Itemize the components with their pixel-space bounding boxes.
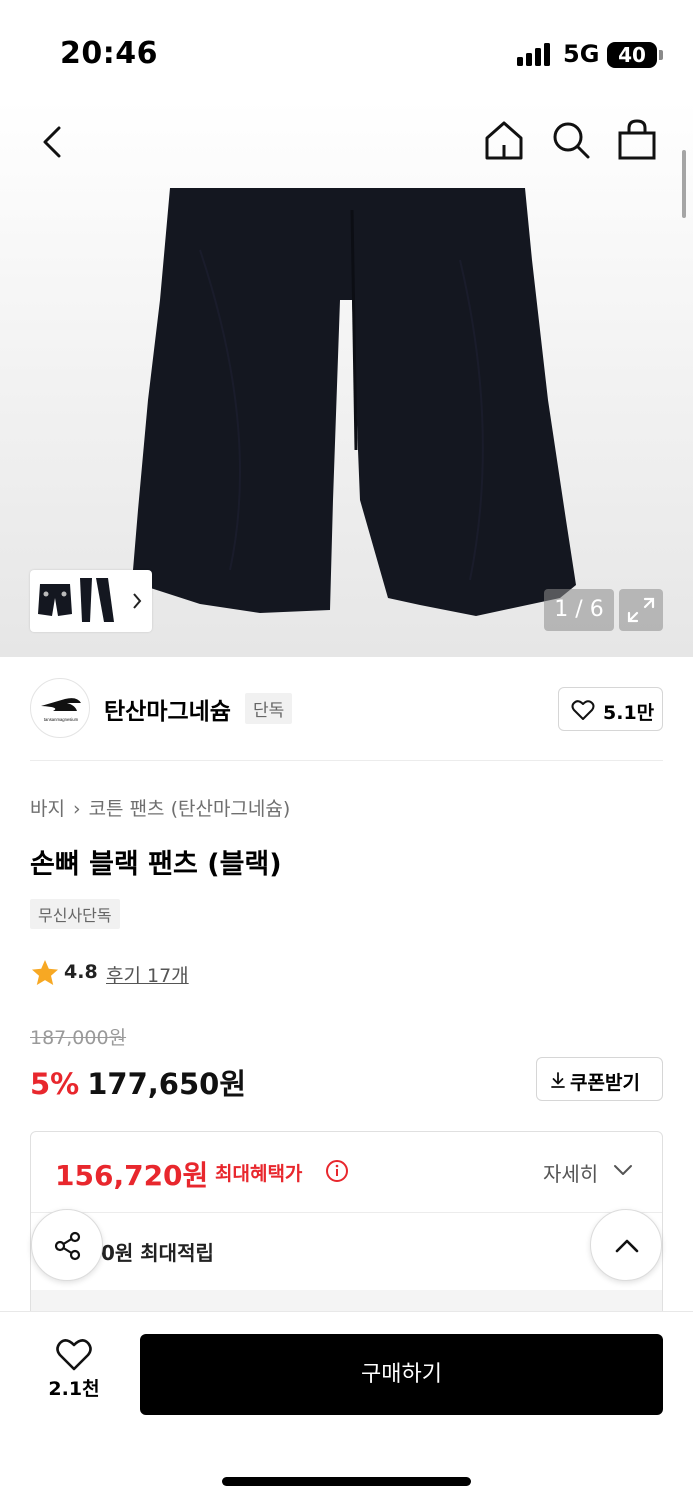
bag-icon	[618, 119, 656, 160]
rating-score: 4.8	[64, 961, 98, 983]
product-image-gallery[interactable]: 1 / 6	[0, 100, 693, 657]
brand-logo-text: tansanmagnesium	[44, 717, 79, 722]
image-thumbnail-strip[interactable]	[30, 570, 152, 632]
image-counter: 1 / 6	[544, 589, 614, 631]
exclusive-badge: 무신사단독	[30, 899, 120, 929]
divider	[30, 760, 663, 761]
breadcrumb-category[interactable]: 바지	[30, 798, 65, 820]
brand-like-button[interactable]: 5.1만	[558, 687, 663, 731]
search-button[interactable]	[549, 118, 593, 162]
divider	[31, 1212, 662, 1213]
expand-button[interactable]	[619, 589, 663, 631]
chevron-up-icon	[615, 1239, 639, 1253]
signal-icon	[517, 42, 553, 66]
share-button[interactable]	[31, 1209, 103, 1281]
share-icon	[54, 1231, 81, 1261]
bottom-action-bar: 2.1천 구매하기	[0, 1311, 693, 1500]
coupon-label: 쿠폰받기	[570, 1072, 640, 1094]
buy-button[interactable]: 구매하기	[140, 1334, 663, 1415]
brand-row[interactable]: tansanmagnesium 탄산마그네슘 단독 5.1만	[30, 678, 663, 740]
original-price: 187,000원	[30, 1027, 127, 1049]
coupon-button[interactable]: 쿠폰받기	[536, 1057, 663, 1101]
download-icon	[551, 1072, 565, 1088]
wishlist-button[interactable]: 2.1천	[34, 1338, 114, 1408]
home-indicator	[222, 1477, 471, 1486]
star-icon	[32, 960, 58, 985]
review-link[interactable]: 후기 17개	[106, 961, 189, 988]
price-row: 5% 177,650원	[30, 1061, 246, 1103]
brand-like-count: 5.1만	[603, 702, 655, 724]
breadcrumb: 바지 › 코튼 팬츠 (탄산마그네슘)	[30, 794, 290, 821]
cart-button[interactable]	[615, 118, 659, 162]
chevron-down-icon[interactable]	[613, 1163, 633, 1177]
benefit-detail-toggle[interactable]: 자세히	[543, 1158, 598, 1187]
heart-icon	[56, 1339, 92, 1371]
breadcrumb-chevron-icon: ›	[72, 798, 81, 820]
brand-exclusive-tag: 단독	[245, 693, 293, 724]
sale-price: 177,650원	[87, 1067, 247, 1101]
brand-logo: tansanmagnesium	[30, 678, 90, 738]
wishlist-count: 2.1천	[48, 1378, 100, 1400]
status-bar: 20:46 5G 40	[0, 0, 693, 100]
home-button[interactable]	[482, 118, 526, 162]
brand-name[interactable]: 탄산마그네슘	[104, 692, 231, 726]
max-benefit-price: 156,720원	[55, 1159, 209, 1192]
battery-icon: 40	[607, 42, 663, 68]
thumbnail-images	[36, 576, 142, 626]
discount-rate: 5%	[30, 1067, 80, 1101]
scrollbar[interactable]	[682, 150, 686, 218]
max-points: 0원 최대적립	[101, 1241, 214, 1265]
network-label: 5G	[563, 40, 600, 68]
back-icon	[43, 126, 61, 158]
heart-icon	[571, 700, 595, 720]
expand-icon	[627, 597, 655, 623]
scroll-to-top-button[interactable]	[590, 1209, 662, 1281]
status-time: 20:46	[60, 36, 158, 71]
back-button[interactable]	[32, 120, 76, 164]
search-icon	[553, 122, 590, 159]
home-icon	[485, 121, 523, 160]
breadcrumb-subcategory[interactable]: 코튼 팬츠 (탄산마그네슘)	[89, 798, 291, 820]
product-title: 손뼈 블랙 팬츠 (블랙)	[30, 849, 282, 880]
info-icon[interactable]	[325, 1159, 349, 1183]
max-benefit-label: 최대혜택가	[215, 1163, 303, 1185]
benefit-box: 156,720원 최대혜택가 자세히 0원 최대적립	[30, 1131, 663, 1331]
